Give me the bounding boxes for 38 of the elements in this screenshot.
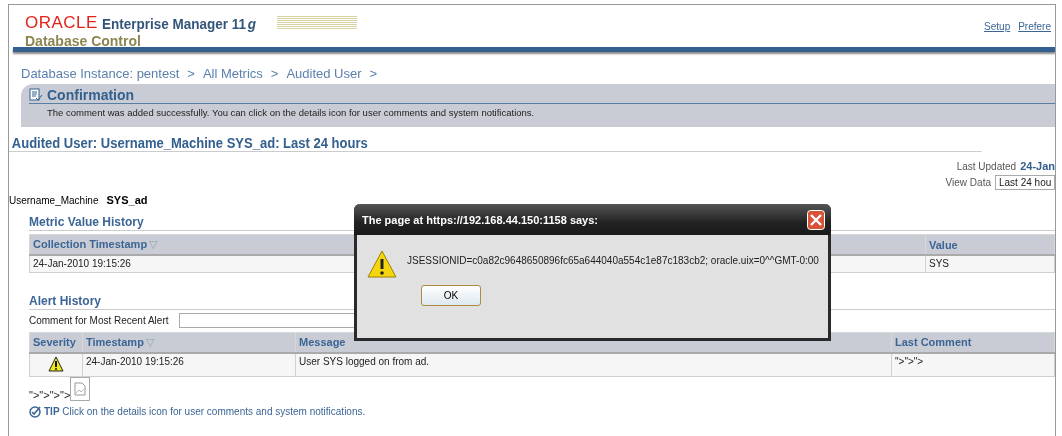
document-check-icon <box>29 88 43 102</box>
column-header[interactable]: Severity <box>29 332 83 353</box>
product-name: Enterprise Manager 11g <box>101 14 257 32</box>
breadcrumb-link[interactable]: Database Instance: pentest <box>21 66 180 81</box>
field-label: Username_Machine <box>9 194 99 206</box>
comment-label: Comment for Most Recent Alert <box>29 314 169 326</box>
confirmation-title: Confirmation <box>47 87 135 103</box>
confirmation-message: The comment was added successfully. You can click on the details icon for user comments and system notifications. <box>46 106 536 118</box>
last-updated-label: Last Updated <box>956 160 1017 172</box>
last-updated-value: 24-Jan <box>1020 160 1055 172</box>
breadcrumb-separator: > <box>270 66 279 81</box>
breadcrumb-link[interactable]: All Metrics <box>202 66 263 81</box>
dialog-title: The page at https://192.168.44.150:1158 says: <box>362 213 599 226</box>
header-link[interactable]: Setup <box>984 21 1011 45</box>
comment-text: ">">">"> <box>29 388 71 401</box>
warning-icon <box>48 355 64 372</box>
table-cell: 24-Jan-2010 19:15:26 <box>82 352 296 376</box>
table-cell: User SYS logged on from ad. <box>295 352 892 376</box>
field-value: SYS_ad <box>106 194 148 206</box>
view-data-label: View Data <box>945 177 991 188</box>
column-header[interactable]: Last Comment <box>891 332 1055 353</box>
ok-button[interactable]: OK <box>421 285 481 306</box>
warning-icon <box>367 249 397 279</box>
column-header[interactable]: Value <box>925 234 1055 255</box>
dialog-message: JSESSIONID=c0a82c9648650896fc65a644040a554c1e87c183cb2; oracle.uix=0^^GMT-0:00 <box>407 254 819 266</box>
page-title: Audited User: Username_Machine SYS_ad: Last 24 hours <box>9 127 982 152</box>
close-icon[interactable] <box>807 209 825 230</box>
view-data-dropdown[interactable]: Last 24 hou <box>995 175 1055 190</box>
tip-text: TIP Click on the details icon for user comments and system notifications. <box>44 406 366 417</box>
breadcrumb-separator: > <box>187 66 195 81</box>
header-link[interactable]: Prefere <box>1018 21 1051 45</box>
breadcrumb-separator: > <box>369 66 378 81</box>
column-header[interactable]: Timestamp ▽ <box>82 332 296 353</box>
breadcrumb-link[interactable]: Audited User <box>286 66 362 81</box>
table-cell: ">">"> <box>891 352 1055 376</box>
oracle-logo: ORACLE <box>25 13 98 33</box>
product-subtitle: Database Control <box>25 33 142 49</box>
check-circle-icon <box>29 405 41 418</box>
